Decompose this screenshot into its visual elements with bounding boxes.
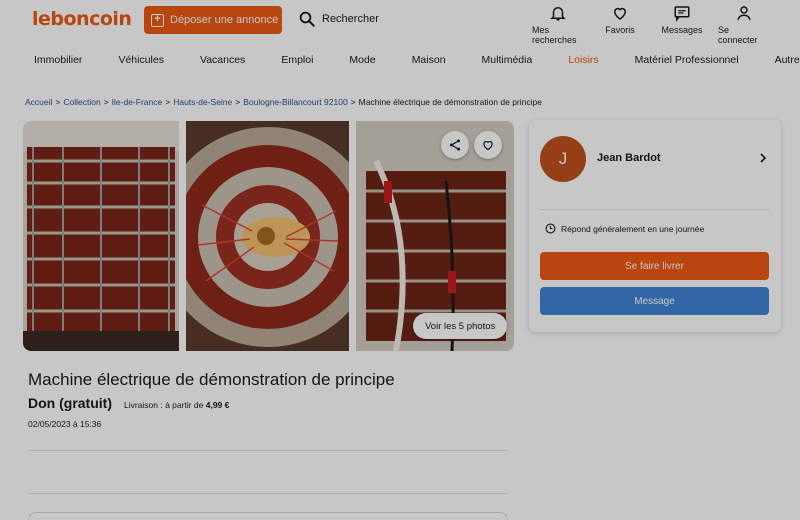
- delivery-info: Livraison : à partir de 4,99 €: [124, 400, 229, 410]
- deposit-ad-button[interactable]: + Déposer une annonce: [144, 6, 282, 34]
- delivery-prefix: Livraison : à partir de: [123, 400, 204, 410]
- card-divider: [540, 209, 770, 210]
- see-all-photos-button[interactable]: Voir les 5 photos: [413, 313, 508, 339]
- header-actions: Mes recherches Favoris Messages Se conne…: [532, 4, 770, 45]
- next-section-card: [28, 512, 508, 520]
- ad-date: 02/05/2023 à 15:36: [28, 419, 102, 429]
- category-multimedia[interactable]: Multimédia: [482, 54, 533, 66]
- bell-icon: [550, 7, 566, 21]
- my-searches-button[interactable]: Mes recherches: [532, 4, 584, 45]
- breadcrumb-separator: >: [165, 97, 171, 107]
- section-divider: [28, 450, 508, 451]
- category-immobilier[interactable]: Immobilier: [34, 54, 82, 66]
- section-divider: [28, 493, 508, 494]
- response-time-label: Répond généralement en une journée: [561, 223, 705, 234]
- category-loisirs[interactable]: Loisirs: [568, 54, 598, 66]
- my-searches-label: Mes recherches: [532, 25, 577, 45]
- search-button[interactable]: Rechercher: [298, 10, 379, 28]
- breadcrumb-current: Machine électrique de démonstration de p…: [358, 97, 542, 107]
- clock-icon: [545, 223, 556, 234]
- search-label: Rechercher: [322, 13, 379, 25]
- login-label: Se connecter: [718, 25, 758, 45]
- breadcrumb-separator: >: [350, 97, 356, 107]
- user-icon: [737, 6, 751, 20]
- seller-card: J Jean Bardot Répond généralement en une…: [529, 120, 781, 332]
- category-materiel-professionnel[interactable]: Matériel Professionnel: [635, 54, 739, 66]
- chevron-right-icon[interactable]: [757, 152, 769, 164]
- category-autres[interactable]: Autres: [775, 54, 800, 66]
- deposit-ad-label: Déposer une annonce: [170, 14, 279, 26]
- seller-avatar[interactable]: J: [540, 136, 586, 182]
- get-delivered-button[interactable]: Se faire livrer: [540, 252, 769, 280]
- category-emploi[interactable]: Emploi: [281, 54, 313, 66]
- category-vacances[interactable]: Vacances: [200, 54, 245, 66]
- category-vehicules[interactable]: Véhicules: [118, 54, 164, 66]
- delivery-price: 4,99 €: [205, 400, 230, 410]
- message-button[interactable]: Message: [540, 287, 769, 315]
- breadcrumb-department[interactable]: Hauts-de-Seine: [173, 97, 232, 107]
- photo-2[interactable]: [186, 121, 349, 351]
- login-button[interactable]: Se connecter: [718, 4, 770, 45]
- message-icon: [674, 6, 690, 22]
- machine-photo-image: [23, 121, 179, 351]
- breadcrumb-region[interactable]: Ile-de-France: [112, 97, 163, 107]
- breadcrumb: Accueil > Collection > Ile-de-France > Haut…: [25, 97, 542, 107]
- leboncoin-logo[interactable]: leboncoin: [32, 8, 132, 30]
- breadcrumb-separator: >: [55, 97, 61, 107]
- machine-photo-image: [186, 121, 349, 351]
- breadcrumb-collection[interactable]: Collection: [63, 97, 100, 107]
- heart-icon: [613, 7, 627, 20]
- photo-gallery: Voir les 5 photos: [23, 121, 514, 351]
- ad-title: Machine électrique de démonstration de p…: [28, 370, 395, 389]
- ad-price: Don (gratuit): [28, 395, 112, 411]
- breadcrumb-separator: >: [235, 97, 241, 107]
- category-mode[interactable]: Mode: [349, 54, 375, 66]
- breadcrumb-city[interactable]: Boulogne-Billancourt 92100: [243, 97, 347, 107]
- search-icon: [299, 11, 315, 27]
- breadcrumb-separator: >: [103, 97, 109, 107]
- messages-button[interactable]: Messages: [656, 4, 708, 45]
- top-header: leboncoin + Déposer une annonce Recherch…: [0, 0, 800, 45]
- breadcrumb-accueil[interactable]: Accueil: [25, 97, 52, 107]
- category-maison[interactable]: Maison: [412, 54, 446, 66]
- favorites-button[interactable]: Favoris: [594, 4, 646, 45]
- price-row: Don (gratuit) Livraison : à partir de 4,…: [28, 395, 229, 411]
- response-time: Répond généralement en une journée: [545, 223, 704, 234]
- messages-label: Messages: [661, 25, 703, 35]
- share-icon: [450, 139, 460, 151]
- seller-name[interactable]: Jean Bardot: [597, 152, 661, 164]
- plus-icon: +: [151, 13, 164, 27]
- favorites-label: Favoris: [605, 25, 635, 35]
- photo-1[interactable]: [23, 121, 179, 351]
- share-button[interactable]: [441, 131, 469, 159]
- favorite-button[interactable]: [474, 131, 502, 159]
- category-nav: Immobilier Véhicules Vacances Emploi Mod…: [0, 46, 800, 74]
- heart-icon: [483, 141, 493, 151]
